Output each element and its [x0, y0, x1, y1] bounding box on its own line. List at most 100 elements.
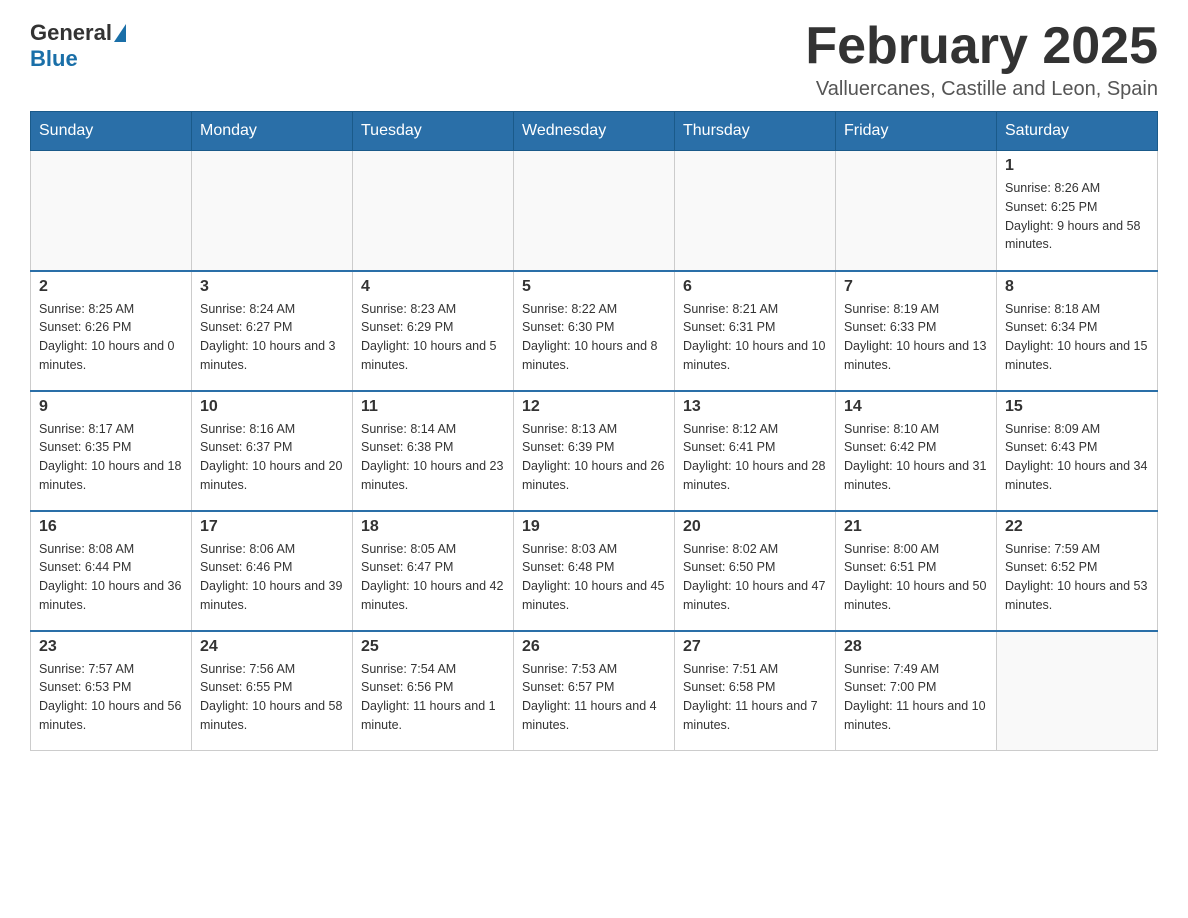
day-number: 22 [1005, 518, 1149, 536]
day-header-monday: Monday [192, 112, 353, 151]
calendar-cell: 20 Sunrise: 8:02 AMSunset: 6:50 PMDayligh… [675, 511, 836, 631]
calendar-cell: 2 Sunrise: 8:25 AMSunset: 6:26 PMDaylight… [31, 271, 192, 391]
location-subtitle: Valluercanes, Castille and Leon, Spain [805, 78, 1158, 101]
day-header-thursday: Thursday [675, 112, 836, 151]
day-info: Sunrise: 8:03 AMSunset: 6:48 PMDaylight:… [522, 540, 666, 615]
day-number: 13 [683, 398, 827, 416]
day-number: 2 [39, 278, 183, 296]
calendar-cell: 4 Sunrise: 8:23 AMSunset: 6:29 PMDaylight… [353, 271, 514, 391]
calendar-cell: 22 Sunrise: 7:59 AMSunset: 6:52 PMDayligh… [997, 511, 1158, 631]
calendar-cell: 21 Sunrise: 8:00 AMSunset: 6:51 PMDayligh… [836, 511, 997, 631]
day-number: 26 [522, 638, 666, 656]
day-info: Sunrise: 8:17 AMSunset: 6:35 PMDaylight:… [39, 420, 183, 495]
calendar-cell: 9 Sunrise: 8:17 AMSunset: 6:35 PMDaylight… [31, 391, 192, 511]
calendar-cell: 14 Sunrise: 8:10 AMSunset: 6:42 PMDayligh… [836, 391, 997, 511]
calendar-cell: 28 Sunrise: 7:49 AMSunset: 7:00 PMDayligh… [836, 631, 997, 751]
calendar-cell: 3 Sunrise: 8:24 AMSunset: 6:27 PMDaylight… [192, 271, 353, 391]
day-info: Sunrise: 7:59 AMSunset: 6:52 PMDaylight:… [1005, 540, 1149, 615]
day-info: Sunrise: 8:22 AMSunset: 6:30 PMDaylight:… [522, 300, 666, 375]
logo-blue-text: Blue [30, 46, 78, 72]
day-number: 3 [200, 278, 344, 296]
calendar-cell: 13 Sunrise: 8:12 AMSunset: 6:41 PMDayligh… [675, 391, 836, 511]
calendar-cell: 24 Sunrise: 7:56 AMSunset: 6:55 PMDayligh… [192, 631, 353, 751]
day-info: Sunrise: 8:12 AMSunset: 6:41 PMDaylight:… [683, 420, 827, 495]
day-number: 1 [1005, 157, 1149, 175]
day-number: 25 [361, 638, 505, 656]
calendar-cell: 26 Sunrise: 7:53 AMSunset: 6:57 PMDayligh… [514, 631, 675, 751]
day-number: 8 [1005, 278, 1149, 296]
day-number: 24 [200, 638, 344, 656]
calendar-cell: 17 Sunrise: 8:06 AMSunset: 6:46 PMDayligh… [192, 511, 353, 631]
day-info: Sunrise: 8:26 AMSunset: 6:25 PMDaylight:… [1005, 179, 1149, 254]
calendar-cell: 16Sunrise: 8:08 AMSunset: 6:44 PMDayligh… [31, 511, 192, 631]
day-number: 19 [522, 518, 666, 536]
day-info: Sunrise: 8:18 AMSunset: 6:34 PMDaylight:… [1005, 300, 1149, 375]
calendar-cell [997, 631, 1158, 751]
day-number: 23 [39, 638, 183, 656]
day-info: Sunrise: 8:13 AMSunset: 6:39 PMDaylight:… [522, 420, 666, 495]
day-info: Sunrise: 8:14 AMSunset: 6:38 PMDaylight:… [361, 420, 505, 495]
day-info: Sunrise: 7:49 AMSunset: 7:00 PMDaylight:… [844, 660, 988, 735]
day-number: 5 [522, 278, 666, 296]
day-header-saturday: Saturday [997, 112, 1158, 151]
day-number: 4 [361, 278, 505, 296]
day-info: Sunrise: 8:21 AMSunset: 6:31 PMDaylight:… [683, 300, 827, 375]
title-block: February 2025 Valluercanes, Castille and… [805, 20, 1158, 101]
day-number: 21 [844, 518, 988, 536]
calendar-cell [31, 151, 192, 271]
logo-general-text: General [30, 20, 112, 46]
calendar-cell [353, 151, 514, 271]
day-number: 17 [200, 518, 344, 536]
day-number: 6 [683, 278, 827, 296]
calendar-cell: 25 Sunrise: 7:54 AMSunset: 6:56 PMDayligh… [353, 631, 514, 751]
day-number: 11 [361, 398, 505, 416]
day-info: Sunrise: 7:54 AMSunset: 6:56 PMDaylight:… [361, 660, 505, 735]
calendar-cell [675, 151, 836, 271]
calendar-cell: 27 Sunrise: 7:51 AMSunset: 6:58 PMDayligh… [675, 631, 836, 751]
day-headers-row: SundayMondayTuesdayWednesdayThursdayFrid… [31, 112, 1158, 151]
day-number: 9 [39, 398, 183, 416]
day-header-tuesday: Tuesday [353, 112, 514, 151]
calendar-table: SundayMondayTuesdayWednesdayThursdayFrid… [30, 111, 1158, 751]
day-number: 15 [1005, 398, 1149, 416]
day-info: Sunrise: 7:57 AMSunset: 6:53 PMDaylight:… [39, 660, 183, 735]
day-number: 12 [522, 398, 666, 416]
calendar-cell: 8 Sunrise: 8:18 AMSunset: 6:34 PMDaylight… [997, 271, 1158, 391]
day-number: 7 [844, 278, 988, 296]
day-info: Sunrise: 8:09 AMSunset: 6:43 PMDaylight:… [1005, 420, 1149, 495]
calendar-cell: 10 Sunrise: 8:16 AMSunset: 6:37 PMDayligh… [192, 391, 353, 511]
day-info: Sunrise: 7:53 AMSunset: 6:57 PMDaylight:… [522, 660, 666, 735]
day-header-wednesday: Wednesday [514, 112, 675, 151]
day-info: Sunrise: 7:51 AMSunset: 6:58 PMDaylight:… [683, 660, 827, 735]
day-info: Sunrise: 8:08 AMSunset: 6:44 PMDaylight:… [39, 540, 183, 615]
day-info: Sunrise: 8:16 AMSunset: 6:37 PMDaylight:… [200, 420, 344, 495]
month-title: February 2025 [805, 20, 1158, 72]
day-info: Sunrise: 8:10 AMSunset: 6:42 PMDaylight:… [844, 420, 988, 495]
day-info: Sunrise: 7:56 AMSunset: 6:55 PMDaylight:… [200, 660, 344, 735]
calendar-cell: 6 Sunrise: 8:21 AMSunset: 6:31 PMDaylight… [675, 271, 836, 391]
day-number: 20 [683, 518, 827, 536]
calendar-cell: 18Sunrise: 8:05 AMSunset: 6:47 PMDayligh… [353, 511, 514, 631]
calendar-cell: 1 Sunrise: 8:26 AMSunset: 6:25 PMDaylight… [997, 151, 1158, 271]
day-info: Sunrise: 8:23 AMSunset: 6:29 PMDaylight:… [361, 300, 505, 375]
calendar-cell: 12 Sunrise: 8:13 AMSunset: 6:39 PMDayligh… [514, 391, 675, 511]
calendar-cell: 5 Sunrise: 8:22 AMSunset: 6:30 PMDaylight… [514, 271, 675, 391]
calendar-cell: 23 Sunrise: 7:57 AMSunset: 6:53 PMDayligh… [31, 631, 192, 751]
day-number: 14 [844, 398, 988, 416]
logo: General Blue [30, 20, 128, 72]
calendar-cell [514, 151, 675, 271]
day-number: 28 [844, 638, 988, 656]
day-info: Sunrise: 8:00 AMSunset: 6:51 PMDaylight:… [844, 540, 988, 615]
day-header-sunday: Sunday [31, 112, 192, 151]
calendar-cell [836, 151, 997, 271]
day-info: Sunrise: 8:06 AMSunset: 6:46 PMDaylight:… [200, 540, 344, 615]
day-info: Sunrise: 8:24 AMSunset: 6:27 PMDaylight:… [200, 300, 344, 375]
day-info: Sunrise: 8:02 AMSunset: 6:50 PMDaylight:… [683, 540, 827, 615]
day-number: 27 [683, 638, 827, 656]
day-info: Sunrise: 8:19 AMSunset: 6:33 PMDaylight:… [844, 300, 988, 375]
day-number: 10 [200, 398, 344, 416]
calendar-cell: 7 Sunrise: 8:19 AMSunset: 6:33 PMDaylight… [836, 271, 997, 391]
day-number: 18 [361, 518, 505, 536]
calendar-cell: 11 Sunrise: 8:14 AMSunset: 6:38 PMDayligh… [353, 391, 514, 511]
day-info: Sunrise: 8:25 AMSunset: 6:26 PMDaylight:… [39, 300, 183, 375]
